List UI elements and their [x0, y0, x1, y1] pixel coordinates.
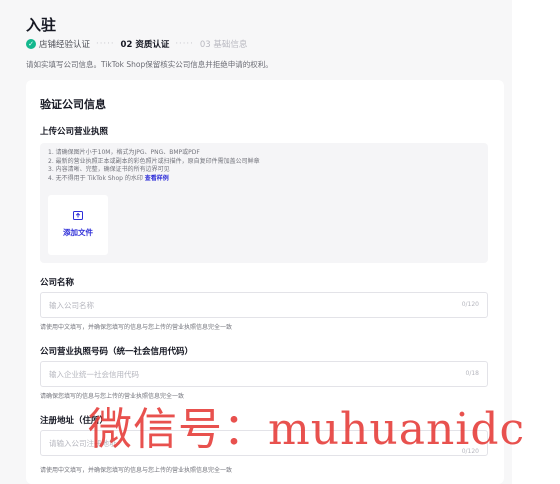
watermark: 微信号：muhuanidc: [88, 404, 526, 455]
step-separator: ·····: [96, 39, 115, 49]
header: 入驻: [26, 14, 56, 35]
license-number-input[interactable]: 输入企业统一社会信用代码 0/18: [40, 361, 488, 387]
add-file-label: 添加文件: [63, 228, 93, 237]
upload-file-icon: [73, 211, 83, 220]
upload-rule-text: 4. 无不得用于 TikTok Shop 的水印: [48, 174, 143, 182]
license-number-counter: 0/18: [465, 370, 479, 377]
card-title: 验证公司信息: [40, 98, 106, 111]
upload-rule: 1. 请确保图片小于10M，格式为JPG、PNG、BMP或PDF: [48, 149, 200, 156]
license-section-title: 上传公司营业执照: [40, 127, 109, 137]
registered-address-helper: 请使用中文填写，并确保您填写的信息与您上传的营业执照信息完全一致: [40, 467, 233, 474]
add-file-button[interactable]: 添加文件: [48, 195, 108, 255]
step-3-label: 03 基础信息: [199, 40, 248, 50]
check-circle-icon: ✓: [26, 39, 36, 49]
company-name-helper: 请使用中文填写，并确保您填写的信息与您上传的营业执照信息完全一致: [40, 324, 233, 331]
company-name-input[interactable]: 输入公司名称 0/120: [40, 292, 488, 318]
license-number-label: 公司营业执照号码（统一社会信用代码）: [40, 347, 194, 357]
step-2-label: 02 资质认证: [120, 40, 170, 50]
license-number-placeholder: 输入企业统一社会信用代码: [49, 370, 139, 379]
license-number-helper: 请确保您填写的信息与您上传的营业执照信息完全一致: [40, 393, 185, 400]
upload-rule: 3. 内容清晰、完整，确保证书的所有边界可见: [48, 166, 170, 174]
company-name-placeholder: 输入公司名称: [49, 301, 94, 310]
upload-rule: 4. 无不得用于 TikTok Shop 的水印 查看样例: [48, 175, 260, 184]
company-name-label: 公司名称: [40, 278, 75, 288]
intro-text: 请如实填写公司信息。TikTok Shop保留核实公司信息并拒绝申请的权利。: [26, 60, 273, 69]
page-title: 入驻: [26, 16, 57, 34]
step-indicator: ✓ 店铺经验认证 ····· 02 资质认证 ····· 03 基础信息: [26, 38, 247, 50]
upload-rules: 1. 请确保图片小于10M，格式为JPG、PNG、BMP或PDF 2. 最新的营…: [48, 149, 260, 183]
license-upload-panel: 1. 请确保图片小于10M，格式为JPG、PNG、BMP或PDF 2. 最新的营…: [40, 143, 488, 263]
upload-rule: 2. 最新的营业执照正本或副本的彩色照片或扫描件，原自复印件需加盖公司鲜章: [48, 157, 260, 165]
step-separator: ·····: [175, 39, 194, 49]
step-1-label[interactable]: 店铺经验认证: [39, 38, 90, 50]
view-sample-link[interactable]: 查看样例: [145, 175, 169, 182]
company-name-counter: 0/120: [461, 301, 479, 308]
